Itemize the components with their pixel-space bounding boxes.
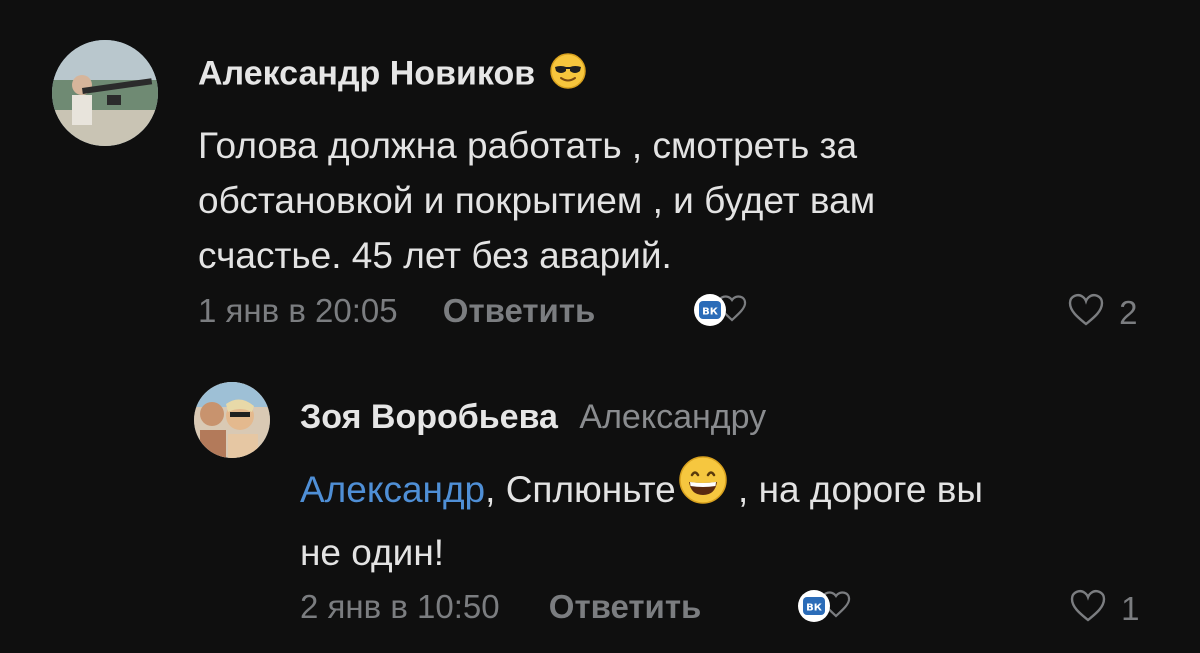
author-name[interactable]: Александр Новиков [198, 52, 587, 99]
avatar[interactable] [52, 40, 158, 146]
sunglasses-emoji-icon [549, 52, 587, 99]
author-name-text[interactable]: Александр Новиков [198, 54, 535, 92]
mention-link[interactable]: Александр [300, 469, 485, 510]
comment-meta: 1 янв в 20:05 Ответить [198, 292, 595, 330]
comment-2: Зоя Воробьева Александру Александр, Сплю… [0, 350, 1200, 653]
author-name: Зоя Воробьева Александру [300, 398, 766, 437]
author-name-text[interactable]: Зоя Воробьева [300, 398, 558, 436]
avatar[interactable] [194, 382, 270, 458]
comment-text-part: , Сплюньте [485, 469, 676, 510]
comment-1: Александр Новиков Голова должна работать… [0, 0, 1200, 350]
grinning-emoji-icon [678, 455, 728, 523]
comment-date[interactable]: 1 янв в 20:05 [198, 292, 398, 329]
vk-reaction-icon[interactable]: ВК [796, 586, 856, 631]
heart-icon[interactable] [1066, 291, 1106, 335]
heart-icon[interactable] [1068, 587, 1108, 631]
comment-text-part: , на дороге вы [727, 469, 983, 510]
comment-text: Александр, Сплюньте , на дороге вы не од… [300, 456, 983, 583]
svg-text:ВК: ВК [806, 603, 823, 614]
comment-text-line-3: счастье. 45 лет без аварий. [198, 235, 672, 276]
reply-button[interactable]: Ответить [443, 292, 596, 329]
comment-text-line-1: Голова должна работать , смотреть за [198, 125, 858, 166]
like-count: 2 [1119, 294, 1138, 331]
like-counter[interactable]: 1 [1068, 587, 1140, 631]
vk-reaction-icon[interactable]: ВК [692, 290, 752, 335]
comment-text: Голова должна работать , смотреть за обс… [198, 118, 875, 283]
comment-meta: 2 янв в 10:50 Ответить [300, 588, 701, 626]
svg-text:ВК: ВК [702, 307, 719, 318]
comment-date[interactable]: 2 янв в 10:50 [300, 588, 500, 625]
like-counter[interactable]: 2 [1066, 291, 1138, 335]
comment-text-line-1: Александр, Сплюньте , на дороге вы [300, 456, 983, 523]
reply-button[interactable]: Ответить [549, 588, 702, 625]
comment-text-line-2: обстановкой и покрытием , и будет вам [198, 180, 876, 221]
reply-to-label[interactable]: Александру [579, 398, 766, 436]
like-count: 1 [1121, 590, 1140, 627]
comment-text-line-2: не один! [300, 532, 445, 574]
